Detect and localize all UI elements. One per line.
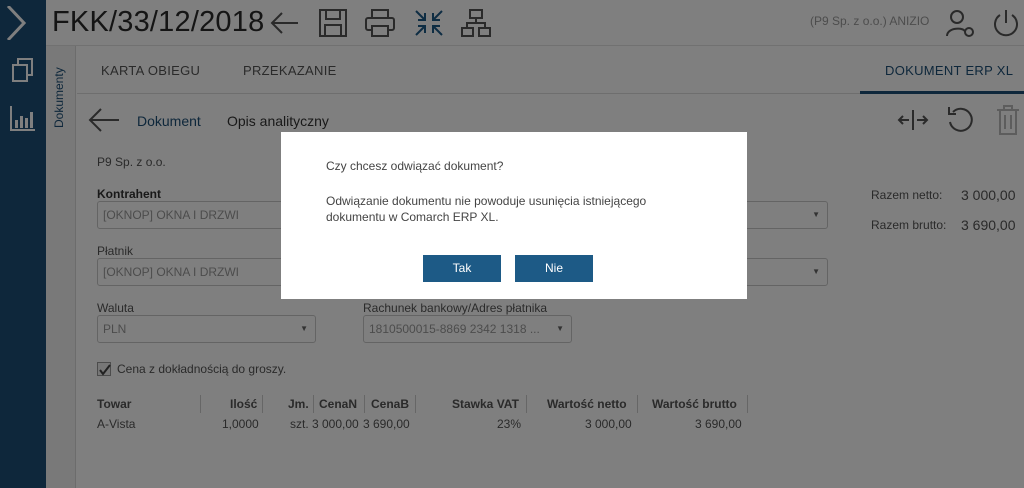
- yes-button[interactable]: Tak: [423, 255, 501, 282]
- dialog-message: Odwiązanie dokumentu nie powoduje usunię…: [326, 194, 647, 224]
- dialog-question: Czy chcesz odwiązać dokument?: [326, 159, 504, 173]
- confirm-dialog: Czy chcesz odwiązać dokument? Odwiązanie…: [281, 132, 747, 299]
- no-button[interactable]: Nie: [515, 255, 593, 282]
